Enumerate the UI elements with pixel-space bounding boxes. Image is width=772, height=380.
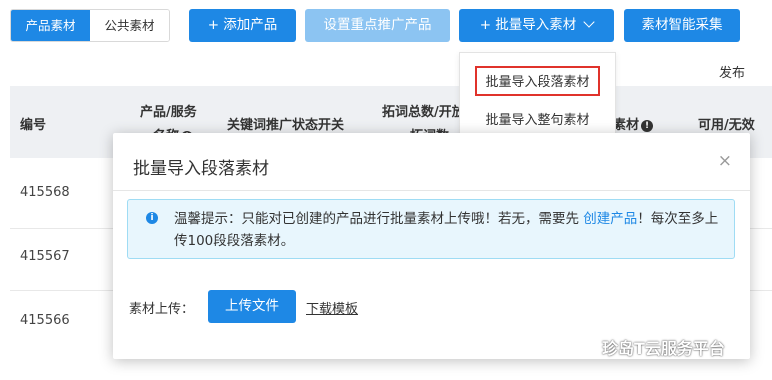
upload-label: 素材上传：	[129, 302, 195, 317]
batch-import-label: + 批量导入素材	[479, 17, 577, 33]
upload-file-button[interactable]: 上传文件	[208, 290, 296, 323]
info-icon[interactable]: !	[641, 119, 654, 132]
add-product-button[interactable]: + 添加产品	[189, 9, 296, 42]
col-product-header-line1: 产品/服务	[140, 105, 197, 120]
info-icon: i	[146, 212, 158, 224]
close-icon[interactable]: ×	[718, 151, 732, 171]
batch-import-dropdown: 批量导入段落素材 批量导入整句素材	[459, 52, 616, 140]
modal-divider	[113, 190, 750, 191]
col-id-header: 编号	[20, 118, 47, 133]
table-row-id: 415568	[20, 185, 70, 200]
col-expand-header-line1: 拓词总数/开放	[382, 105, 465, 120]
tab-product-material[interactable]: 产品素材	[11, 10, 90, 41]
watermark: 珍岛T云服务平台	[566, 335, 725, 359]
wechat-icon	[566, 338, 592, 356]
alert-text: 温馨提示：只能对已创建的产品进行批量素材上传哦！若无，需要先 创建产品！每次至多…	[174, 208, 719, 252]
col-material-header-text: 素材	[613, 118, 640, 133]
alert-prefix: 温馨提示：只能对已创建的产品进行批量素材上传哦！若无，需要先	[174, 211, 584, 227]
download-template-link[interactable]: 下载模板	[306, 298, 358, 317]
menu-item-import-paragraph[interactable]: 批量导入段落素材	[475, 66, 600, 96]
table-row-id: 415567	[20, 249, 70, 264]
set-key-promotion-button[interactable]: 设置重点推广产品	[305, 9, 450, 42]
info-alert: i 温馨提示：只能对已创建的产品进行批量素材上传哦！若无，需要先 创建产品！每次…	[127, 199, 735, 259]
tab-public-material[interactable]: 公共素材	[90, 10, 169, 41]
watermark-text: 珍岛T云服务平台	[602, 339, 725, 358]
chevron-down-icon	[583, 16, 595, 28]
publish-column-header: 发布	[719, 66, 746, 81]
col-material-header: 素材!	[613, 114, 654, 133]
table-row-id: 415566	[20, 313, 70, 328]
create-product-link[interactable]: 创建产品	[583, 211, 637, 227]
smart-collect-button[interactable]: 素材智能采集	[624, 9, 740, 42]
batch-import-button[interactable]: + 批量导入素材	[459, 9, 614, 42]
col-keyword-switch-header: 关键词推广状态开关	[227, 118, 345, 133]
col-available-header: 可用/无效	[698, 118, 755, 133]
modal-title: 批量导入段落素材	[133, 159, 269, 179]
batch-import-paragraph-modal: 批量导入段落素材 × i 温馨提示：只能对已创建的产品进行批量素材上传哦！若无，…	[113, 133, 750, 359]
menu-item-import-sentence[interactable]: 批量导入整句素材	[460, 109, 615, 128]
material-type-segmented: 产品素材 公共素材	[10, 9, 170, 42]
